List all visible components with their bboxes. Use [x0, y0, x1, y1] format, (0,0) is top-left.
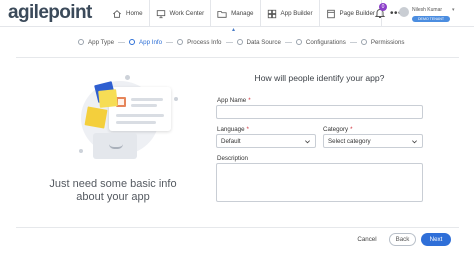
cancel-button[interactable]: Cancel: [352, 233, 382, 246]
step-dot-icon: [295, 39, 302, 45]
step-label: App Info: [139, 38, 163, 46]
category-select[interactable]: Select category: [323, 134, 423, 148]
text-line: [116, 114, 164, 117]
language-select[interactable]: Default: [216, 134, 316, 148]
wizard-stepper: App Type App Info Process Info Data Sour…: [78, 37, 405, 47]
label-text: App Name: [217, 97, 247, 104]
step-data-source[interactable]: Data Source: [236, 38, 281, 46]
top-header: agilepoint Home Work Center Manage App B…: [0, 0, 474, 27]
category-label: Category *: [323, 126, 353, 133]
notification-badge: 0: [379, 3, 387, 11]
chevron-down-icon[interactable]: ▾: [452, 7, 455, 13]
required-marker: *: [248, 97, 251, 104]
user-name[interactable]: Nilesh Kumar: [412, 7, 442, 13]
step-permissions[interactable]: Permissions: [360, 38, 405, 46]
back-button[interactable]: Back: [389, 233, 416, 246]
step-dot-icon: [78, 39, 84, 45]
sticky-note-yellow: [98, 89, 118, 108]
category-selected-value: Select category: [328, 137, 371, 145]
step-app-info[interactable]: App Info: [129, 39, 162, 46]
language-selected-value: Default: [221, 137, 241, 145]
nav-label-work-center: Work Center: [169, 10, 205, 17]
label-text: Language: [217, 126, 245, 133]
label-text: Category: [323, 126, 349, 133]
nav-label-app-builder: App Builder: [280, 10, 313, 17]
nav-item-work-center[interactable]: Work Center: [148, 0, 211, 27]
description-textarea[interactable]: [216, 163, 423, 202]
illustration-caption: Just need some basic info about your app: [49, 178, 177, 203]
step-label: Configurations: [305, 38, 346, 46]
decor-dot: [79, 149, 83, 153]
logo-text: agilepoint: [8, 2, 92, 23]
chevron-down-icon: [305, 139, 310, 143]
app-name-input[interactable]: [216, 105, 423, 119]
text-line: [116, 121, 156, 124]
step-process-info[interactable]: Process Info: [177, 38, 222, 46]
nav-item-page-builder[interactable]: Page Builder: [318, 0, 381, 27]
description-label: Description: [217, 155, 248, 162]
decor-dot: [125, 75, 130, 80]
nav-item-app-builder[interactable]: App Builder: [259, 0, 319, 27]
collapse-caret-icon[interactable]: ▴: [232, 26, 235, 33]
step-connector: [284, 41, 292, 43]
agilepoint-logo[interactable]: agilepoint: [8, 2, 92, 23]
decor-dot: [174, 97, 178, 101]
step-dot-icon: [360, 39, 367, 45]
tenant-badge: DEMO TENANT: [412, 16, 450, 22]
form-title: How will people identify your app?: [254, 73, 385, 83]
label-text: Description: [217, 155, 248, 162]
step-app-type[interactable]: App Type: [78, 39, 114, 46]
step-label: Data Source: [246, 38, 281, 46]
required-marker: *: [350, 126, 353, 133]
nav-label-page-builder: Page Builder: [339, 10, 375, 17]
step-dot-icon: [177, 39, 184, 45]
page-icon: [326, 9, 335, 18]
text-line: [131, 104, 157, 107]
footer-divider: [16, 227, 459, 228]
folder-icon: [217, 10, 227, 18]
step-connector: [118, 41, 126, 43]
step-label: App Type: [88, 38, 115, 46]
step-dot-icon: [129, 39, 136, 45]
step-label: Permissions: [370, 38, 405, 46]
nav-label-home: Home: [126, 10, 143, 17]
step-label: Process Info: [187, 38, 222, 46]
next-button[interactable]: Next: [421, 233, 451, 246]
nav-item-home[interactable]: Home: [106, 0, 149, 27]
step-connector: [166, 41, 174, 43]
sticky-note-yellow: [84, 106, 108, 129]
app-name-label: App Name *: [217, 97, 251, 104]
language-label: Language *: [217, 126, 249, 133]
required-marker: *: [246, 126, 249, 133]
step-dot-icon: [236, 39, 243, 45]
chevron-down-icon: [412, 139, 417, 143]
document-sheet: [109, 87, 171, 131]
step-connector: [225, 41, 233, 43]
user-avatar[interactable]: [399, 7, 409, 17]
nav-item-manage[interactable]: Manage: [210, 0, 259, 27]
step-connector: [349, 41, 357, 43]
grid-icon: [267, 9, 276, 18]
home-icon: [112, 9, 122, 18]
main-nav: Home Work Center Manage App Builder Page…: [106, 0, 410, 27]
app-info-illustration: [77, 67, 187, 164]
text-line: [131, 98, 163, 101]
monitor-icon: [156, 9, 165, 18]
step-configurations[interactable]: Configurations: [295, 38, 346, 46]
nav-label-manage: Manage: [231, 10, 254, 17]
